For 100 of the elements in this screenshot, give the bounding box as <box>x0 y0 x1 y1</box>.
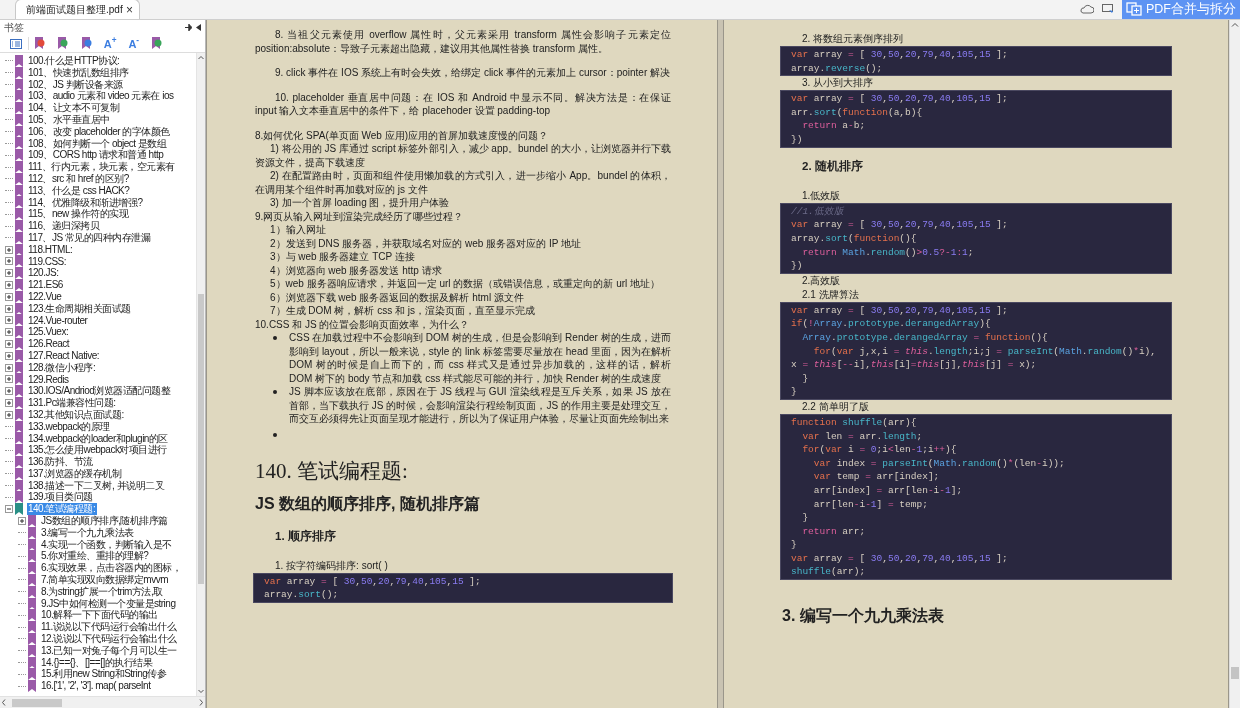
expand-icon[interactable] <box>5 375 13 384</box>
bookmark-item[interactable]: 129.Redis <box>27 373 71 386</box>
bookmark-item[interactable]: 101、快速扰乱数组排序 <box>27 66 131 79</box>
bookmark-item[interactable]: 100.什么是HTTP协议: <box>27 55 122 67</box>
bookmark-item[interactable]: 109、CORS http 请求和普通 http <box>27 149 166 162</box>
bookmark-item[interactable]: 105、水平垂直居中 <box>27 114 112 126</box>
font-size-button[interactable]: A$^{+}$ <box>103 37 117 50</box>
code-line: }) <box>791 259 804 273</box>
bookmark-item[interactable]: JS数组的顺序排序,随机排序篇 <box>40 515 170 527</box>
bookmark-item[interactable]: 137.浏览器的缓存机制 <box>27 467 124 480</box>
bookmark-item[interactable]: 10.解释一下下面代码的输出 <box>40 609 160 622</box>
bookmark-item[interactable]: 106、改变 placeholder 的字体颜色 <box>27 125 172 138</box>
bookmark-item[interactable]: 128.微信小程序: <box>27 361 98 374</box>
bookmark-item[interactable]: 103、audio 元素和 video 元素在 ios <box>27 90 176 103</box>
code-line: array.sort(); <box>264 588 340 602</box>
bookmark-item[interactable]: 135.怎么使用webpack对项目进行 <box>27 444 169 457</box>
bookmark-item[interactable]: 130.IOS/Andriod浏览器适配问题整 <box>27 385 173 398</box>
close-button[interactable]: × <box>126 3 133 16</box>
bookmark-item[interactable]: 111、行内元素，块元素，空元素有 <box>27 161 177 173</box>
document-tab[interactable]: 前端面试题目整理.pdf × <box>15 0 140 19</box>
bookmark-item[interactable]: 136.防抖、节流 <box>27 456 95 468</box>
expand-icon[interactable] <box>5 363 13 372</box>
horizontal-scrollbar[interactable] <box>0 696 205 708</box>
bookmark-item[interactable]: 139.项目类问题 <box>27 491 95 504</box>
bookmark-item[interactable]: 6.实现效果，点击容器内的图标， <box>40 562 184 575</box>
bookmark-item[interactable]: 13.已知一对兔子每个月可以生一 <box>40 644 179 657</box>
subsection-title: 2. 随机排序 <box>801 158 864 174</box>
expand-icon[interactable] <box>5 304 13 313</box>
outline-icon[interactable] <box>10 38 22 49</box>
expand-icon[interactable] <box>5 316 13 325</box>
bookmark-item[interactable]: 11.说说以下代码运行会输出什么 <box>40 621 179 634</box>
bookmark-item[interactable]: 124.Vue-router <box>27 314 90 327</box>
expand-icon[interactable] <box>5 269 13 278</box>
bookmark-item[interactable]: 140.笔试编程题: <box>27 503 98 516</box>
code-line: var array = [ 30,50,20,79,40,105,15 ]; <box>791 92 1009 106</box>
expand-icon[interactable] <box>5 399 13 407</box>
bookmark-item[interactable]: 102、JS 判断设备来源 <box>27 78 125 91</box>
bookmark-item[interactable]: 120.JS: <box>27 267 61 280</box>
bookmark-item[interactable]: 4.实现一个函数，判断输入是不 <box>40 538 174 551</box>
expand-icon[interactable] <box>5 328 13 337</box>
bookmark-item[interactable]: 104、让文本不可复制 <box>27 102 122 114</box>
expand-icon[interactable] <box>5 351 13 360</box>
scrollbar-thumb[interactable] <box>12 698 62 707</box>
bookmark-item[interactable]: 125.Vuex: <box>27 326 71 339</box>
bookmark-item[interactable]: 116、递归深拷贝 <box>27 220 102 232</box>
expand-icon[interactable] <box>5 281 13 290</box>
bookmark-item[interactable]: 16.['1', '2', '3']. map( parseInt <box>40 680 153 693</box>
expand-icon[interactable] <box>5 387 13 396</box>
bookmark-item[interactable]: 7.简单实现双向数据绑定mvvm <box>40 574 170 586</box>
bookmark-icon[interactable] <box>80 37 93 50</box>
bookmark-item[interactable]: 14.{}=={}、[]==[]的执行结果 <box>40 656 155 669</box>
bookmark-item[interactable]: 134.webpack的loader和plugin的区 <box>27 432 170 445</box>
bookmark-item[interactable]: 108、如何判断一个 object 是数组 <box>27 137 169 150</box>
collapse-icon[interactable] <box>5 505 13 514</box>
bookmark-item[interactable]: 119.CSS: <box>27 255 69 268</box>
collapse-panel-icon[interactable] <box>196 24 201 31</box>
bookmark-item[interactable]: 127.React Native: <box>27 349 101 362</box>
bookmark-item[interactable]: 132.其他知识点面试题: <box>27 408 126 421</box>
expand-icon[interactable] <box>5 292 13 301</box>
cloud-icon[interactable] <box>1080 4 1094 14</box>
question-text: 8.如何优化 SPA(单页面 Web 应用)应用的首屏加载速度慢的问题？ <box>255 128 549 142</box>
expand-icon[interactable] <box>18 516 26 525</box>
bookmark-item[interactable]: 8.为string扩展一个trim方法,取 <box>40 585 165 598</box>
expand-icon[interactable] <box>5 245 13 254</box>
code-line: var array = [ 30,50,20,79,40,105,15 ]; <box>791 48 1009 62</box>
bookmark-item[interactable]: 138.描述一下二叉树, 并说明二叉 <box>27 479 167 492</box>
scrollbar-thumb[interactable] <box>1231 667 1239 679</box>
bookmark-item[interactable]: 5.你对重绘、重排的理解? <box>40 550 151 563</box>
bookmark-item[interactable]: 122.Vue <box>27 290 64 303</box>
bookmark-item[interactable]: 9.JS中如何检测一个变量是string <box>40 597 178 610</box>
expand-icon[interactable] <box>5 410 13 419</box>
scrollbar-thumb[interactable] <box>198 294 204 584</box>
expand-icon[interactable] <box>5 340 13 348</box>
monitor-icon[interactable] <box>1102 3 1114 15</box>
expand-icon[interactable] <box>5 257 13 266</box>
bookmark-item[interactable]: 126.React <box>27 338 72 350</box>
bookmark-item[interactable]: 114、优雅降级和渐进增强? <box>27 196 145 209</box>
bookmark-item[interactable]: 131.Pc端兼容性问题: <box>27 397 118 409</box>
scroll-right-icon[interactable] <box>197 698 205 707</box>
bookmark-item[interactable]: 113、什么是 css HACK? <box>27 184 132 197</box>
bookmark-item[interactable]: 15.利用new String和String传参 <box>40 668 169 681</box>
article-title: 3. 编写一个九九乘法表 <box>782 606 945 627</box>
bookmark-item[interactable]: 123.生命周期相关面试题 <box>27 302 133 315</box>
bookmark-item[interactable]: 112、src 和 href 的区别? <box>27 172 131 185</box>
bookmark-item[interactable]: 133.webpack的原理 <box>27 420 112 433</box>
scrollbar[interactable] <box>196 53 205 696</box>
code-line: var array = [ 30,50,20,79,40,105,15 ]; <box>264 574 482 589</box>
code-line: var index = parseInt(Math.random()*(len-i)); <box>812 456 1066 471</box>
bookmark-item[interactable]: 118.HTML: <box>27 243 75 256</box>
scroll-left-icon[interactable] <box>0 698 8 707</box>
bookmark-item[interactable]: 12.说说以下代码运行会输出什么 <box>40 633 179 645</box>
pin-icon[interactable] <box>185 24 192 31</box>
bookmark-item[interactable]: 115、new 操作符的实现 <box>27 208 131 221</box>
font-size-button[interactable]: A$^{-}$ <box>128 37 140 50</box>
bookmark-item[interactable]: 3.编写一个九九乘法表 <box>40 526 136 539</box>
code-line: } <box>801 511 810 525</box>
bookmark-item[interactable]: 117、JS 常见的四种内存泄漏 <box>27 231 153 244</box>
scrollbar[interactable] <box>1229 20 1240 708</box>
bookmark-item[interactable]: 121.ES6 <box>27 279 65 291</box>
code-line: var array = [ 30,50,20,79,40,105,15 ]; <box>791 303 1009 318</box>
